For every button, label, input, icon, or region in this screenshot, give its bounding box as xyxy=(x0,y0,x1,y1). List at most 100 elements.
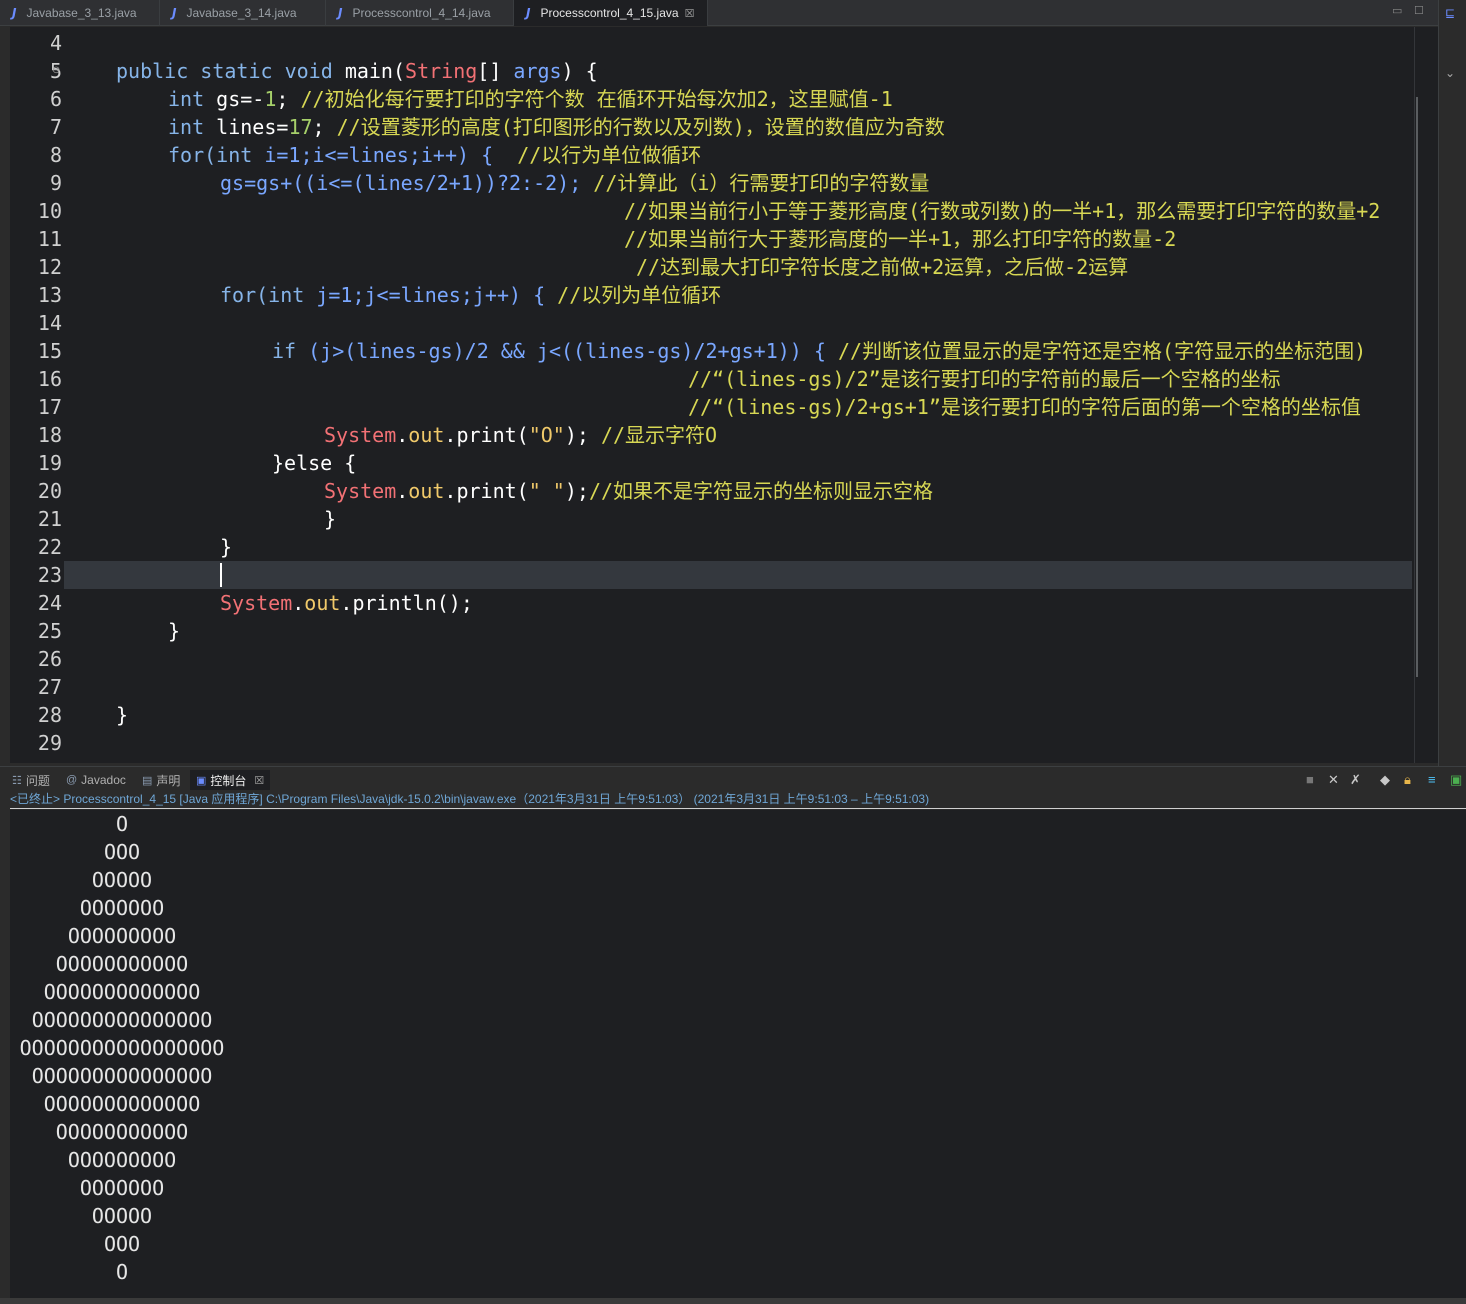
code-text: (j>(lines-gs)/2 && j<((lines-gs)/2+gs+1)… xyxy=(296,339,838,363)
outline-icon[interactable]: ⊑ xyxy=(1445,6,1455,20)
code-line-15: if (j>(lines-gs)/2 && j<((lines-gs)/2+gs… xyxy=(272,337,1366,365)
close-icon[interactable]: ☒ xyxy=(685,7,695,20)
line-number: 23 xyxy=(37,563,62,587)
keyword: if xyxy=(272,339,297,363)
code-line-25: } xyxy=(168,617,180,645)
pin-console-icon[interactable]: ▣ xyxy=(1450,772,1462,788)
line-number: 12 xyxy=(37,255,62,279)
tab-javabase-3-13[interactable]: J Javabase_3_13.java xyxy=(0,0,160,26)
console-line: O xyxy=(115,812,129,836)
code-line-6: int gs=-1; //初始化每行要打印的字符个数 在循环开始每次加2，这里赋… xyxy=(168,85,893,113)
divider xyxy=(10,808,1466,809)
code-line-22: } xyxy=(220,533,232,561)
code-line-16: //“(lines-gs)/2”是该行要打印的字符前的最后一个空格的坐标 xyxy=(688,365,1281,393)
line-number: 11 xyxy=(37,227,62,251)
comment: //达到最大打印字符长度之前做+2运算，之后做-2运算 xyxy=(636,255,1129,279)
line-number: 20 xyxy=(37,479,62,503)
code-editor[interactable]: 4 5 ⊖ 6 7 8 9 10 11 12 13 14 15 16 17 18… xyxy=(10,27,1438,763)
tab-label: 控制台 xyxy=(210,773,247,788)
terminate-icon[interactable]: ■ xyxy=(1306,772,1314,787)
scroll-lock-icon[interactable]: 🔒︎ xyxy=(1404,772,1411,788)
string-literal: " " xyxy=(528,479,565,503)
console-line: OOO xyxy=(103,1232,141,1256)
code-text: ) { xyxy=(561,59,598,83)
operator: = xyxy=(276,115,289,139)
line-number: 13 xyxy=(37,283,62,307)
remove-launch-icon[interactable]: ✕ xyxy=(1328,772,1339,788)
number: 1 xyxy=(264,87,277,111)
code-text: } xyxy=(116,703,129,727)
tab-processcontrol-4-14[interactable]: J Processcontrol_4_14.java xyxy=(326,0,514,26)
method-call: .print( xyxy=(444,423,529,447)
clear-console-icon[interactable]: ◆ xyxy=(1380,772,1390,788)
field-name: out xyxy=(408,423,445,447)
problems-icon: ☷ xyxy=(12,774,22,787)
code-text: ); xyxy=(564,479,589,503)
number: 17 xyxy=(288,115,313,139)
code-line-11: //如果当前行大于菱形高度的一半+1，那么打印字符的数量-2 xyxy=(624,225,1176,253)
remove-all-terminated-icon[interactable]: ✗ xyxy=(1350,772,1361,788)
line-number-gutter: 4 5 ⊖ 6 7 8 9 10 11 12 13 14 15 16 17 18… xyxy=(10,27,64,763)
console-line: OOOOOOOOOOO xyxy=(55,952,189,976)
text-caret xyxy=(220,563,222,587)
code-text: }else { xyxy=(272,451,357,475)
code-line-24: System.out.println(); xyxy=(220,589,473,617)
code-text: ; xyxy=(276,87,301,111)
tab-problems[interactable]: ☷ 问题 xyxy=(12,770,50,790)
console-tab-bar: ☷ 问题 @ Javadoc ▤ 声明 ▣ 控制台 ☒ ■ ✕ ✗ ◆ 🔒︎ ≡… xyxy=(0,766,1466,790)
code-line-21: } xyxy=(324,505,336,533)
console-line: OOOOOOOOOOO xyxy=(55,1120,189,1144)
tab-declaration[interactable]: ▤ 声明 xyxy=(142,770,180,790)
code-text: i=1;i<=lines;i++) { xyxy=(252,143,518,167)
line-number: 6 xyxy=(49,87,62,111)
code-text: [] xyxy=(477,59,514,83)
fold-icon[interactable]: ⊖ xyxy=(52,65,60,76)
operator: =- xyxy=(240,87,265,111)
comment: //以列为单位循环 xyxy=(557,283,722,307)
comment: //如果当前行小于等于菱形高度(行数或列数)的一半+1，那么需要打印字符的数量+… xyxy=(624,199,1381,223)
console-line: OOO xyxy=(103,840,141,864)
close-icon[interactable]: ☒ xyxy=(254,774,264,787)
comment: //判断该位置显示的是字符还是空格(字符显示的坐标范围) xyxy=(837,339,1367,363)
line-number: 21 xyxy=(37,507,62,531)
line-number: 9 xyxy=(49,171,62,195)
comment: //以行为单位做循环 xyxy=(517,143,702,167)
maximize-icon[interactable]: ☐ xyxy=(1414,4,1424,17)
code-text: . xyxy=(292,591,305,615)
tab-label: 声明 xyxy=(156,773,181,788)
field-name: out xyxy=(408,479,445,503)
console-line: OOOOOOO xyxy=(79,1176,165,1200)
right-toolbar: ⊑ ⌄ xyxy=(1438,0,1466,766)
vertical-scrollbar[interactable] xyxy=(1416,97,1418,677)
tab-javadoc[interactable]: @ Javadoc xyxy=(66,770,126,790)
tab-processcontrol-4-15[interactable]: J Processcontrol_4_15.java ☒ xyxy=(514,0,708,26)
current-line-highlight xyxy=(64,561,1412,589)
java-file-icon: J xyxy=(338,6,343,20)
class-name: System xyxy=(324,479,397,503)
word-wrap-icon[interactable]: ≡ xyxy=(1428,772,1436,787)
code-text: . xyxy=(396,479,409,503)
console-status: <已终止> Processcontrol_4_15 [Java 应用程序] C:… xyxy=(10,792,930,806)
line-number: 24 xyxy=(37,591,62,615)
keyword: public xyxy=(116,59,189,83)
type-name: String xyxy=(405,59,478,83)
tab-label: 问题 xyxy=(25,773,50,788)
comment: //显示字符O xyxy=(600,423,718,447)
line-number: 18 xyxy=(37,423,62,447)
console-line: OOOOOOOOOOOOO xyxy=(43,1092,201,1116)
chevron-down-icon[interactable]: ⌄ xyxy=(1445,66,1455,80)
parameter: args xyxy=(513,59,562,83)
method-call: .print( xyxy=(444,479,529,503)
line-number: 8 xyxy=(49,143,62,167)
minimize-icon[interactable]: ▭ xyxy=(1392,4,1402,17)
variable: lines xyxy=(216,115,277,139)
class-name: System xyxy=(220,591,293,615)
tab-label: Javabase_3_13.java xyxy=(26,6,137,20)
console-output[interactable]: O OOO OOOOO OOOOOOO OOOOOOOOO OOOOOOOOOO… xyxy=(10,810,1466,1298)
method-call: .println(); xyxy=(340,591,473,615)
code-text: j=1;j<=lines;j++) { xyxy=(304,283,558,307)
scrollbar-track xyxy=(1414,27,1415,763)
tab-console[interactable]: ▣ 控制台 ☒ xyxy=(190,770,271,790)
line-number: 27 xyxy=(37,675,62,699)
tab-javabase-3-14[interactable]: J Javabase_3_14.java xyxy=(160,0,326,26)
